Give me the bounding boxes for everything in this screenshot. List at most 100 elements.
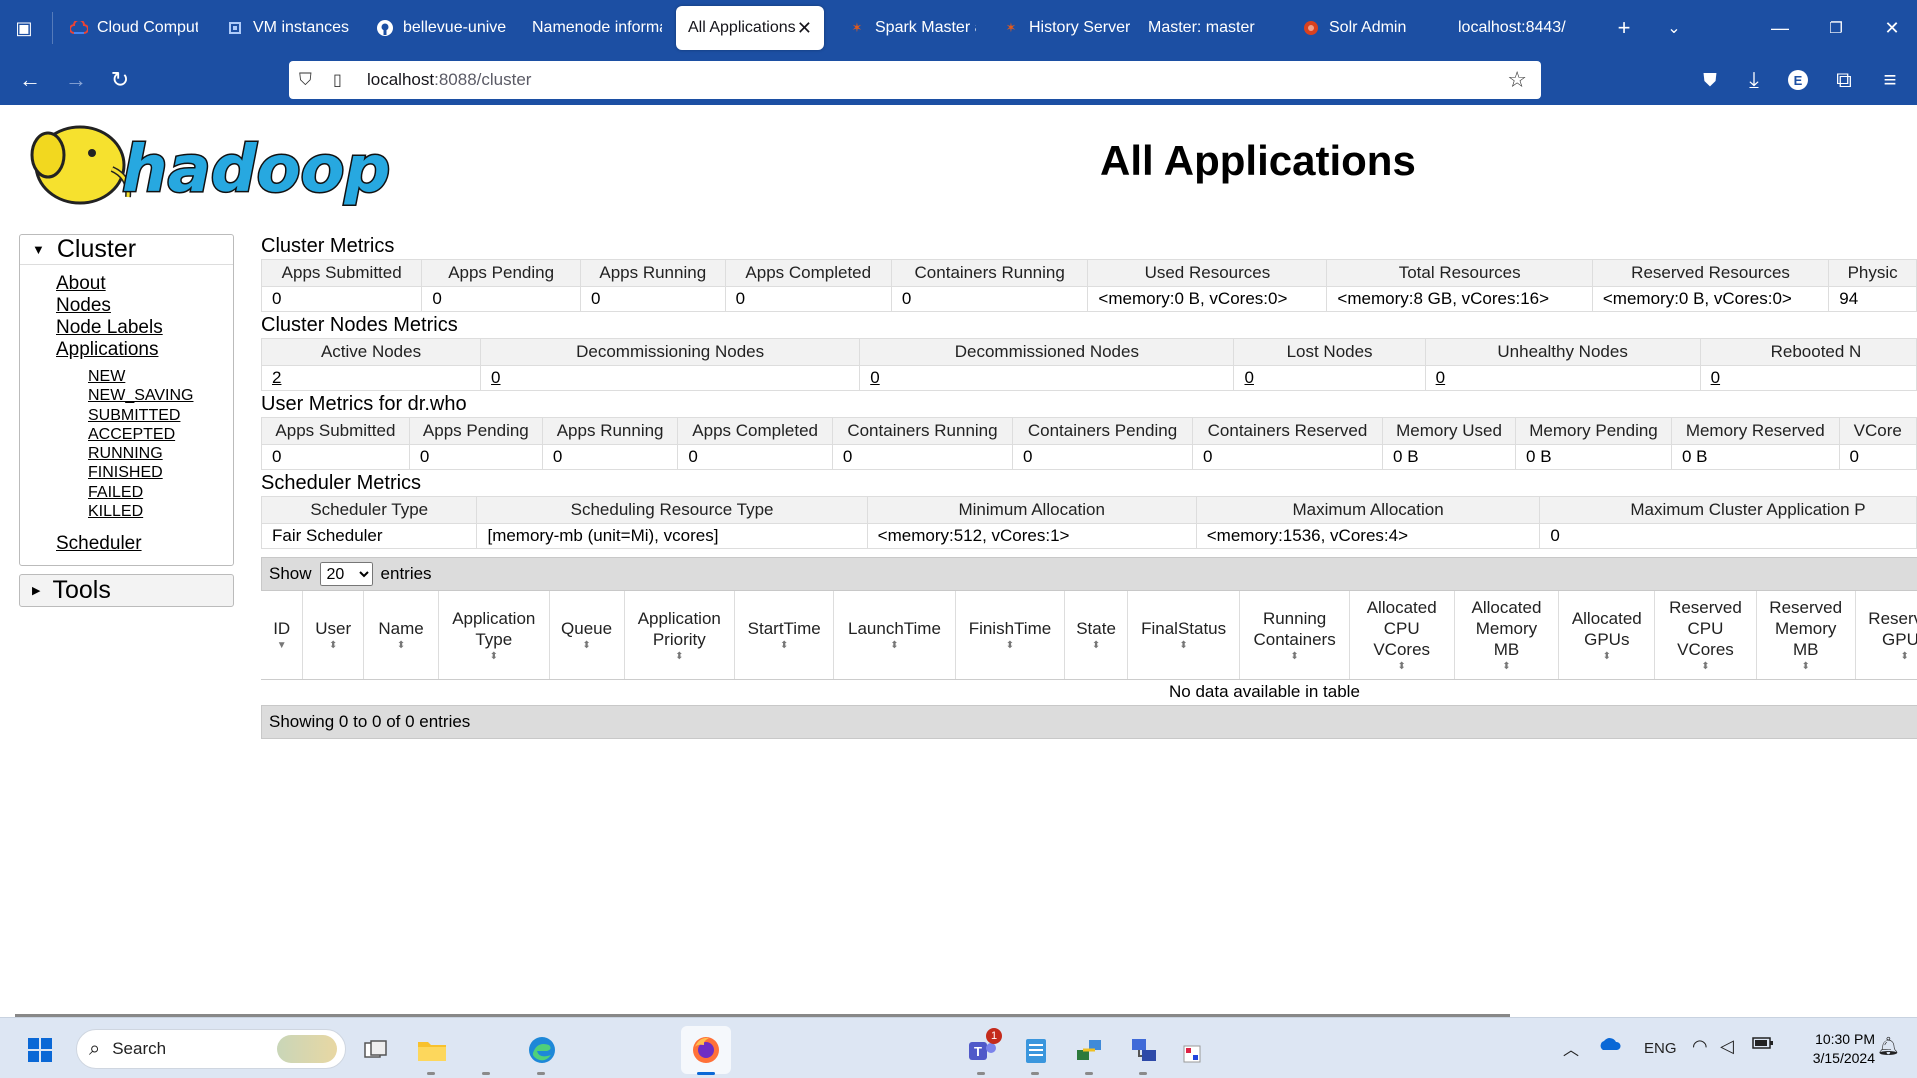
table-cell: 0 <box>408 444 543 470</box>
sortable-column-header[interactable]: Application Priority ⬍ <box>624 591 736 680</box>
volume-icon[interactable]: ◁ <box>1720 1036 1734 1057</box>
sortable-column-header[interactable]: ID ▼ <box>261 591 304 680</box>
decommissioned-nodes-link[interactable]: 0 <box>870 368 879 387</box>
bookmark-star-icon[interactable]: ☆ <box>1507 67 1527 93</box>
sortable-column-header[interactable]: ReservedGPUs⬍ <box>1855 591 1917 680</box>
table-cell: 0 <box>1699 365 1917 391</box>
close-window-icon[interactable]: ✕ <box>1876 12 1908 44</box>
app-state-killed[interactable]: KILLED <box>20 502 233 521</box>
tab-master[interactable]: Master: master <box>1136 6 1276 50</box>
decommissioning-nodes-link[interactable]: 0 <box>491 368 500 387</box>
user-metrics-table: Apps Submitted Apps Pending Apps Running… <box>261 417 1917 470</box>
entries-label: entries <box>380 564 432 583</box>
minimize-icon[interactable]: — <box>1764 12 1796 44</box>
language-indicator[interactable]: ENG <box>1644 1040 1677 1057</box>
app-state-running[interactable]: RUNNING <box>20 444 233 463</box>
sidebar-item-about[interactable]: About <box>20 273 233 295</box>
remote-desktop-icon[interactable] <box>1124 1030 1164 1070</box>
sidebar-item-applications[interactable]: Applications <box>20 339 233 361</box>
pinned-app-icon[interactable] <box>1180 1042 1204 1066</box>
tracking-protection-icon[interactable]: ⛉ <box>299 70 321 90</box>
sort-icon: ⬍ <box>1290 650 1299 662</box>
app-state-new-saving[interactable]: NEW_SAVING <box>20 386 233 405</box>
sortable-column-header[interactable]: Reserved Memory MB ⬍ <box>1756 591 1856 680</box>
edge-icon[interactable] <box>522 1030 562 1070</box>
close-tab-icon[interactable]: ✕ <box>797 18 812 39</box>
rebooted-nodes-link[interactable]: 0 <box>1711 368 1720 387</box>
sidebar-item-scheduler[interactable]: Scheduler <box>20 533 233 555</box>
url-bar[interactable]: ⛉ ▯ localhost:8088/cluster ☆ <box>289 61 1541 99</box>
sortable-column-header[interactable]: FinishTime ⬍ <box>955 591 1066 680</box>
extensions-icon[interactable]: ⧉ <box>1828 64 1860 96</box>
sortable-column-header[interactable]: Reserved CPU VCores ⬍ <box>1654 591 1757 680</box>
sortable-column-header[interactable]: Application Type ⬍ <box>438 591 550 680</box>
taskbar-search[interactable]: ⌕ Search <box>76 1029 346 1069</box>
back-icon[interactable]: ← <box>14 64 46 96</box>
forward-icon[interactable]: → <box>60 64 92 96</box>
column-header-label: VCores <box>1677 640 1734 660</box>
sortable-column-header[interactable]: LaunchTime ⬍ <box>833 591 956 680</box>
taskbar-clock[interactable]: 10:30 PM 3/15/2024 <box>1797 1030 1875 1068</box>
sortable-column-header[interactable]: Allocated Memory MB ⬍ <box>1454 591 1560 680</box>
hadoop-logo[interactable]: hadoop <box>20 117 395 213</box>
sortable-column-header[interactable]: Allocated CPU VCores ⬍ <box>1349 591 1455 680</box>
column-header-label: Memory <box>1774 619 1837 639</box>
active-nodes-link[interactable]: 2 <box>272 368 281 387</box>
page-info-icon[interactable]: ▯ <box>333 70 355 90</box>
battery-icon[interactable] <box>1752 1036 1774 1054</box>
app-state-accepted[interactable]: ACCEPTED <box>20 425 233 444</box>
onedrive-icon[interactable] <box>1598 1036 1622 1056</box>
new-tab-icon[interactable]: + <box>1608 12 1640 44</box>
tab-list-icon[interactable]: ▣ <box>10 14 38 42</box>
tab-namenode[interactable]: Namenode informa <box>520 6 662 50</box>
tab-vm-instances[interactable]: VM instances – <box>214 6 350 50</box>
sortable-column-header[interactable]: Name ⬍ <box>363 591 440 680</box>
sidebar-item-node-labels[interactable]: Node Labels <box>20 317 233 339</box>
sortable-column-header[interactable]: Queue ⬍ <box>549 591 625 680</box>
sortable-column-header[interactable]: FinalStatus ⬍ <box>1127 591 1241 680</box>
list-all-tabs-icon[interactable]: ⌄ <box>1658 12 1690 44</box>
sortable-column-header[interactable]: User ⬍ <box>302 591 365 680</box>
running-indicator <box>1085 1072 1093 1075</box>
app-state-submitted[interactable]: SUBMITTED <box>20 406 233 425</box>
show-hidden-icons-chevron-icon[interactable]: ︿ <box>1563 1036 1579 1060</box>
restore-icon[interactable]: ❐ <box>1820 12 1852 44</box>
account-icon[interactable]: E <box>1782 64 1814 96</box>
task-view-icon[interactable] <box>356 1030 396 1070</box>
firefox-icon[interactable] <box>686 1030 726 1070</box>
table-cell: <memory:8 GB, vCores:16> <box>1326 286 1593 312</box>
search-highlight-image <box>277 1035 337 1063</box>
tab-cloud-computing[interactable]: Cloud Computi <box>58 6 198 50</box>
page-size-select[interactable]: 10 20 50 100 <box>319 562 373 586</box>
sortable-column-header[interactable]: StartTime ⬍ <box>734 591 835 680</box>
app-state-failed[interactable]: FAILED <box>20 483 233 502</box>
app-state-finished[interactable]: FINISHED <box>20 463 233 482</box>
wifi-icon[interactable]: ◠ <box>1692 1036 1708 1057</box>
network-app-icon[interactable] <box>1070 1030 1110 1070</box>
cluster-header[interactable]: ▼ Cluster <box>20 235 233 265</box>
app-state-new[interactable]: NEW <box>20 367 233 386</box>
pocket-icon[interactable]: ⛊ <box>1694 64 1726 96</box>
sortable-column-header[interactable]: Allocated GPUs ⬍ <box>1558 591 1656 680</box>
table-cell: 0 <box>261 444 410 470</box>
tools-header[interactable]: ▶ Tools <box>20 575 233 606</box>
sortable-column-header[interactable]: State ⬍ <box>1064 591 1128 680</box>
reload-icon[interactable]: ↻ <box>104 64 136 96</box>
notification-bell-icon[interactable]: 🔔︎ <box>1877 1036 1900 1057</box>
sidebar-item-nodes[interactable]: Nodes <box>20 295 233 317</box>
unhealthy-nodes-link[interactable]: 0 <box>1436 368 1445 387</box>
file-explorer-icon[interactable] <box>412 1030 452 1070</box>
notepad-icon[interactable] <box>1016 1030 1056 1070</box>
windows-start-icon[interactable] <box>20 1030 60 1070</box>
tab-solr-admin[interactable]: Solr Admin <box>1290 6 1430 50</box>
lost-nodes-link[interactable]: 0 <box>1244 368 1253 387</box>
url-text[interactable]: localhost:8088/cluster <box>367 70 531 90</box>
sortable-column-header[interactable]: Running Containers ⬍ <box>1239 591 1350 680</box>
tab-all-applications[interactable]: All Applications ✕ <box>676 6 824 50</box>
tab-localhost-8443[interactable]: localhost:8443/ <box>1446 6 1588 50</box>
tab-spark-master[interactable]: ✶ Spark Master a <box>836 6 976 50</box>
tab-history-server[interactable]: ✶ History Server <box>990 6 1130 50</box>
menu-icon[interactable]: ≡ <box>1874 64 1906 96</box>
downloads-icon[interactable]: ⤓ <box>1738 64 1770 96</box>
tab-github[interactable]: bellevue-univer <box>364 6 506 50</box>
